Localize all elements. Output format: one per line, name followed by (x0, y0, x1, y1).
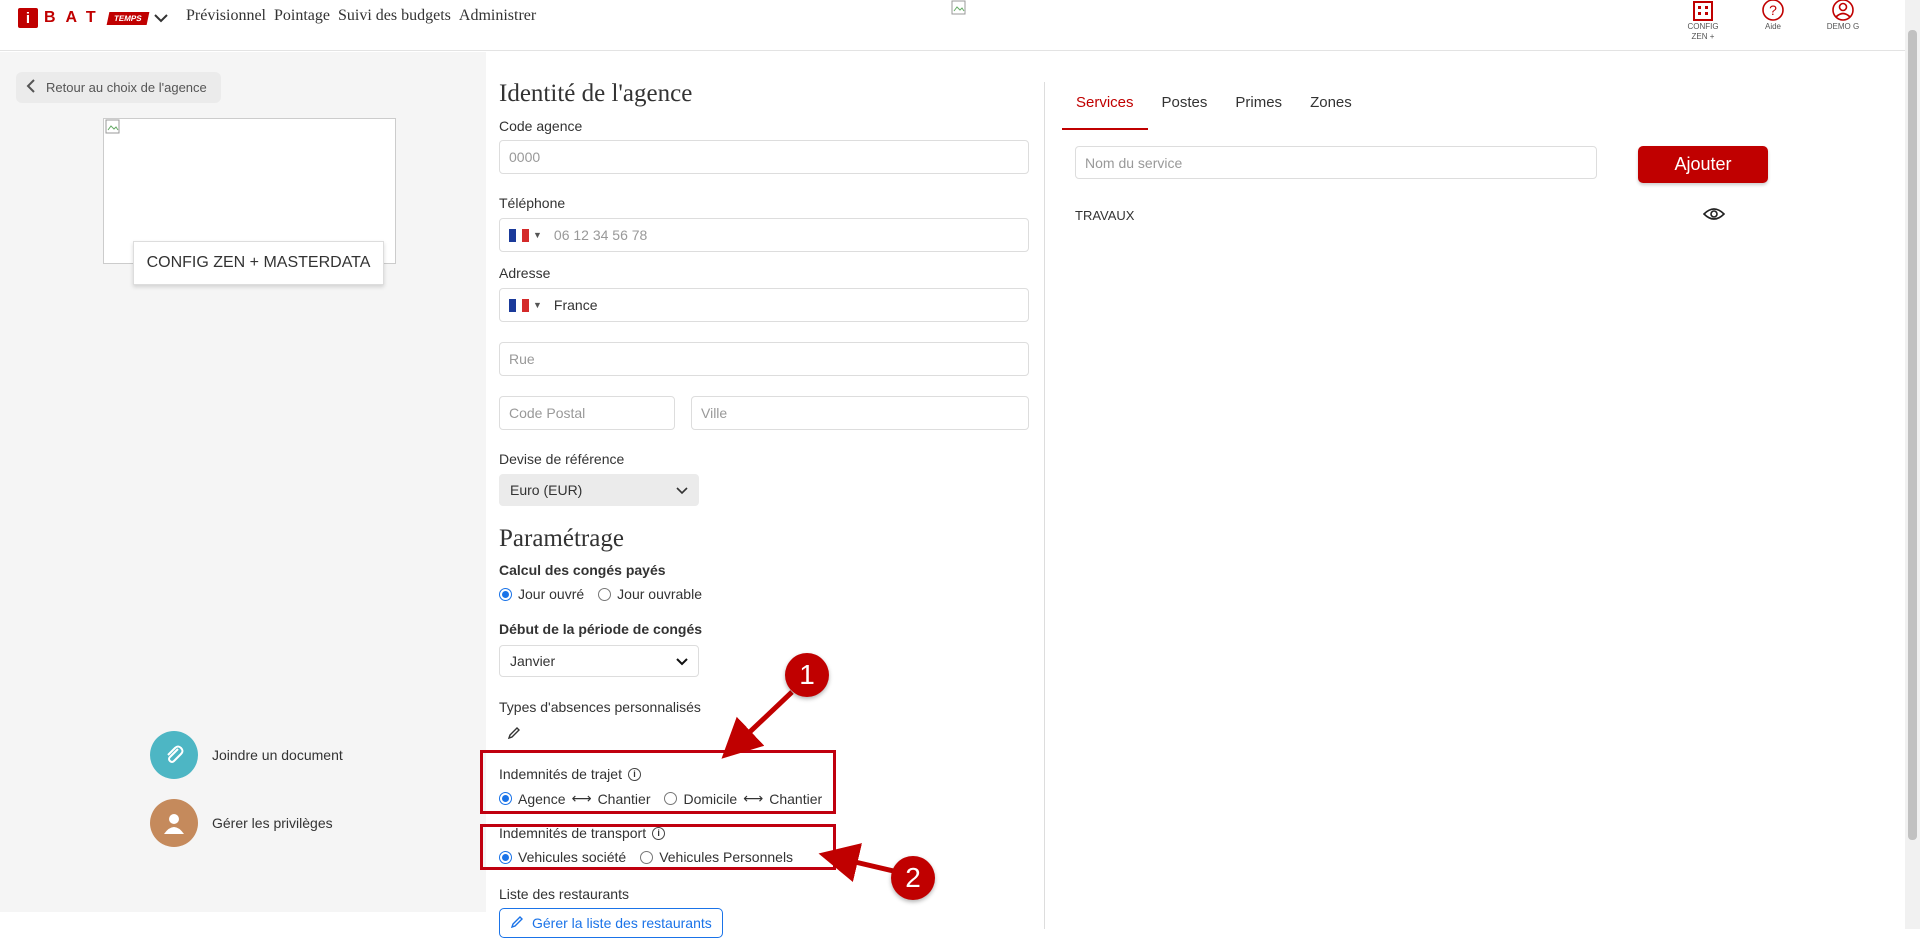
list-item: TRAVAUX (1075, 207, 1726, 224)
eye-icon[interactable] (1702, 207, 1726, 224)
annotation-arrows (721, 690, 899, 883)
service-name: TRAVAUX (1075, 208, 1135, 223)
scrollbar[interactable] (1905, 0, 1920, 929)
annotation-arrow-2 (818, 843, 899, 883)
annotation-marker-1: 1 (785, 653, 829, 697)
scrollbar-thumb[interactable] (1908, 30, 1917, 840)
service-name-input[interactable]: Nom du service (1075, 146, 1597, 179)
annotation-marker-2: 2 (891, 856, 935, 900)
service-name-placeholder: Nom du service (1085, 154, 1183, 171)
add-service-button[interactable]: Ajouter (1638, 146, 1768, 183)
tab-zones[interactable]: Zones (1296, 80, 1366, 130)
annotation-arrow-1 (721, 690, 794, 759)
tab-primes[interactable]: Primes (1221, 80, 1296, 130)
add-service-label: Ajouter (1674, 154, 1732, 174)
column-divider (1044, 82, 1045, 929)
config-tabs: Services Postes Primes Zones (1062, 80, 1366, 130)
tab-postes[interactable]: Postes (1148, 80, 1222, 130)
tab-services[interactable]: Services (1062, 80, 1148, 130)
